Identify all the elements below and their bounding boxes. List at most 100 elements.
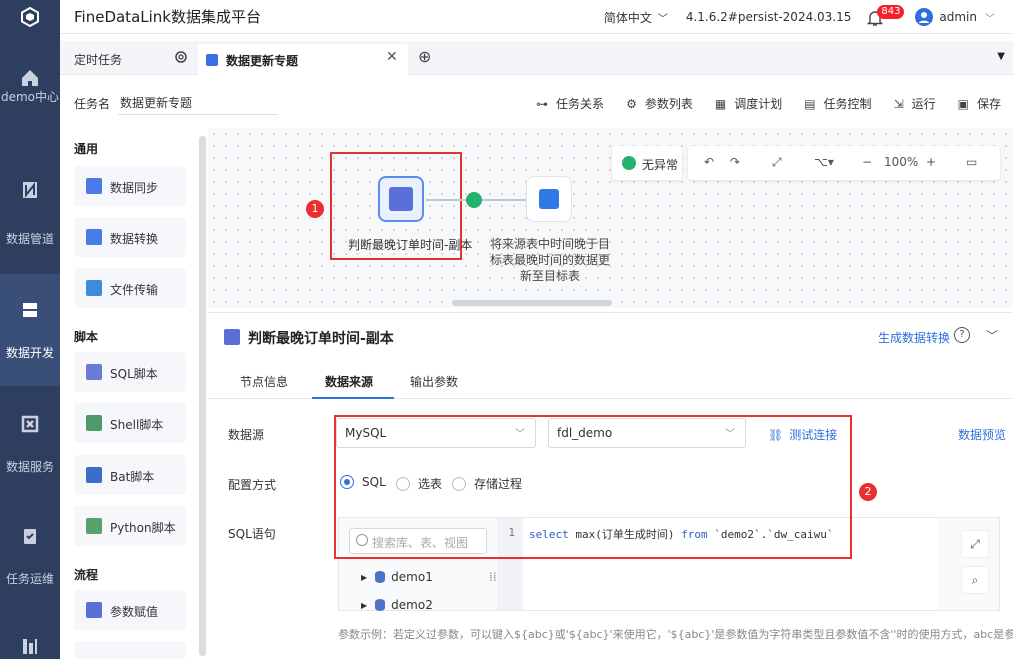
palette-item-label: 参数赋值	[110, 605, 159, 619]
canvas-scrollbar[interactable]	[452, 300, 612, 306]
language-selector[interactable]: 简体中文 ﹀	[604, 9, 668, 26]
expand-icon: ▶	[361, 600, 368, 610]
button-label: 调度计划	[734, 97, 783, 111]
nav-item-data-service[interactable]: 数据服务	[0, 386, 60, 498]
param-node-icon	[389, 187, 413, 211]
palette-item-sql-script[interactable]: SQL脚本	[74, 352, 186, 392]
logo[interactable]	[0, 0, 60, 34]
palette-item-label: Python脚本	[110, 521, 176, 535]
node-label: 将来源表中时间晚于目 标表最晚时间的数据更 新至目标表	[490, 236, 610, 284]
layout-icon[interactable]: ⌥▾	[814, 155, 834, 169]
home-icon	[22, 70, 38, 86]
status-text: 无异常	[642, 158, 679, 172]
nav-item-demo-center[interactable]: demo中心	[0, 34, 60, 146]
button-label: 任务关系	[556, 97, 605, 111]
tab-dropdown-icon[interactable]: ▼	[997, 51, 1005, 62]
tab-label: 数据更新专题	[226, 54, 299, 68]
notification-button[interactable]: 843	[867, 5, 905, 27]
chevron-down-icon[interactable]: ﹀	[986, 327, 998, 344]
palette-item-shell-script[interactable]: Shell脚本	[74, 403, 186, 443]
save-button[interactable]: ▣ 保存	[958, 95, 1001, 112]
tab-scheduled-task[interactable]: 定时任务	[74, 51, 122, 68]
task-row: 任务名 数据更新专题 ⊶ 任务关系 ⚙ 参数列表 ▦ 调度计划 ▤ 任务控制 ⇲ 运行 ▣…	[60, 75, 1013, 128]
palette-item-label: 数据同步	[110, 181, 159, 195]
expand-editor-icon[interactable]: ⤢	[961, 530, 989, 558]
highlight-box-2	[334, 415, 852, 559]
palette-item-data-transform[interactable]: 数据转换	[74, 217, 186, 257]
add-tab-icon[interactable]: ⊕	[418, 47, 431, 66]
node-config-panel: 判断最晚订单时间-副本 生成数据转换 ? ﹀ 节点信息 数据来源 输出参数 数据…	[208, 312, 1013, 659]
tab-data-update[interactable]: 数据更新专题 ✕	[198, 44, 408, 75]
zoom-in-icon[interactable]: +	[926, 155, 936, 169]
user-menu[interactable]: admin ﹀	[915, 8, 995, 26]
fit-view-icon[interactable]: ⤢	[772, 155, 782, 170]
left-nav: demo中心 数据管道 数据开发 数据服务 任务运维	[0, 34, 60, 659]
redo-icon[interactable]: ↷	[730, 155, 740, 169]
node-label: 判断最晚订单时间-副本	[348, 238, 473, 252]
bat-icon	[86, 467, 102, 483]
schedule-plan-button[interactable]: ▦ 调度计划	[715, 95, 782, 112]
nav-item-task-ops[interactable]: 任务运维	[0, 498, 60, 610]
task-relation-button[interactable]: ⊶ 任务关系	[536, 95, 604, 112]
palette-item-label: SQL脚本	[110, 367, 158, 381]
palette-section-title: 脚本	[74, 330, 99, 344]
generate-transform-link[interactable]: 生成数据转换	[878, 329, 950, 346]
palette-scrollbar[interactable]	[199, 136, 206, 656]
marker-2: 2	[859, 483, 877, 501]
undo-icon[interactable]: ↶	[704, 155, 714, 169]
palette-item-bat-script[interactable]: Bat脚本	[74, 455, 186, 495]
node-label-line: 标表最晚时间的数据更	[490, 253, 611, 267]
top-bar: FineDataLink数据集成平台 简体中文 ﹀ 4.1.6.2#persis…	[0, 0, 1013, 34]
param-list-button[interactable]: ⚙ 参数列表	[626, 95, 693, 112]
palette-section-title: 流程	[74, 568, 99, 582]
task-toolbar: ⊶ 任务关系 ⚙ 参数列表 ▦ 调度计划 ▤ 任务控制 ⇲ 运行 ▣ 保存	[514, 95, 1001, 112]
config-tabs: 节点信息 数据来源 输出参数	[208, 367, 1013, 399]
tab-data-source[interactable]: 数据来源	[325, 373, 373, 390]
task-control-button[interactable]: ▤ 任务控制	[804, 95, 871, 112]
gear-icon: ⚙	[626, 96, 637, 111]
tab-output-params[interactable]: 输出参数	[410, 373, 458, 390]
palette-item-param-assign[interactable]: 参数赋值	[74, 590, 186, 630]
config-mode-label: 配置方式	[228, 478, 277, 492]
avatar-icon	[915, 8, 934, 26]
flow-canvas[interactable]: 无异常 ↶ ↷ ⤢ ⌥▾ − 100% + ▭ 1 判断最晚订单时间-副本 将来…	[208, 128, 1013, 308]
datasource-label: 数据源	[228, 428, 265, 442]
tree-item-demo1[interactable]: ▶ demo1	[361, 570, 433, 584]
relation-icon: ⊶	[536, 96, 549, 111]
nav-item-data-pipeline[interactable]: 数据管道	[0, 146, 60, 258]
check-circle-icon	[622, 156, 636, 170]
drag-handle-icon[interactable]: ⁞⁞	[489, 570, 497, 584]
palette-item-label: Bat脚本	[110, 470, 155, 484]
flow-node-check-latest-order[interactable]	[378, 176, 424, 222]
palette-item-python-script[interactable]: Python脚本	[74, 506, 186, 546]
run-button[interactable]: ⇲ 运行	[894, 95, 936, 112]
zoom-out-icon[interactable]: −	[862, 155, 872, 169]
tree-item-demo2[interactable]: ▶ demo2	[361, 598, 433, 612]
control-icon: ▤	[804, 96, 816, 111]
palette-item-data-sync[interactable]: 数据同步	[74, 166, 186, 206]
close-icon[interactable]: ✕	[386, 49, 398, 65]
task-name-input[interactable]: 数据更新专题	[118, 89, 278, 115]
palette-item-file-transfer[interactable]: 文件传输	[74, 268, 186, 308]
flow-node-update-target[interactable]	[526, 176, 572, 222]
format-sql-icon[interactable]: ⌕	[961, 566, 989, 594]
status-indicator: 无异常	[612, 146, 682, 180]
param-node-icon	[224, 329, 240, 345]
button-label: 保存	[976, 97, 1001, 111]
data-preview-link[interactable]: 数据预览	[958, 426, 1006, 443]
nav-item-data-dev[interactable]: 数据开发	[0, 274, 60, 386]
tab-node-info[interactable]: 节点信息	[240, 373, 288, 390]
help-icon[interactable]: ?	[954, 327, 970, 343]
tab-task-icon	[206, 54, 218, 66]
palette-item-partial[interactable]	[74, 641, 186, 659]
more-nav-icon[interactable]	[20, 636, 40, 656]
panel-title: 判断最晚订单时间-副本	[248, 331, 394, 347]
node-palette: 通用 数据同步 数据转换 文件传输 脚本 SQL脚本 Shell脚本 Bat脚本…	[60, 128, 198, 659]
palette-section-title: 通用	[74, 142, 99, 156]
minimap-icon[interactable]: ▭	[966, 155, 977, 169]
calendar-icon: ▦	[714, 96, 727, 111]
zoom-level: 100%	[884, 155, 919, 169]
gear-icon[interactable]	[174, 50, 188, 64]
task-name-label: 任务名	[74, 97, 111, 111]
service-icon	[21, 415, 39, 433]
